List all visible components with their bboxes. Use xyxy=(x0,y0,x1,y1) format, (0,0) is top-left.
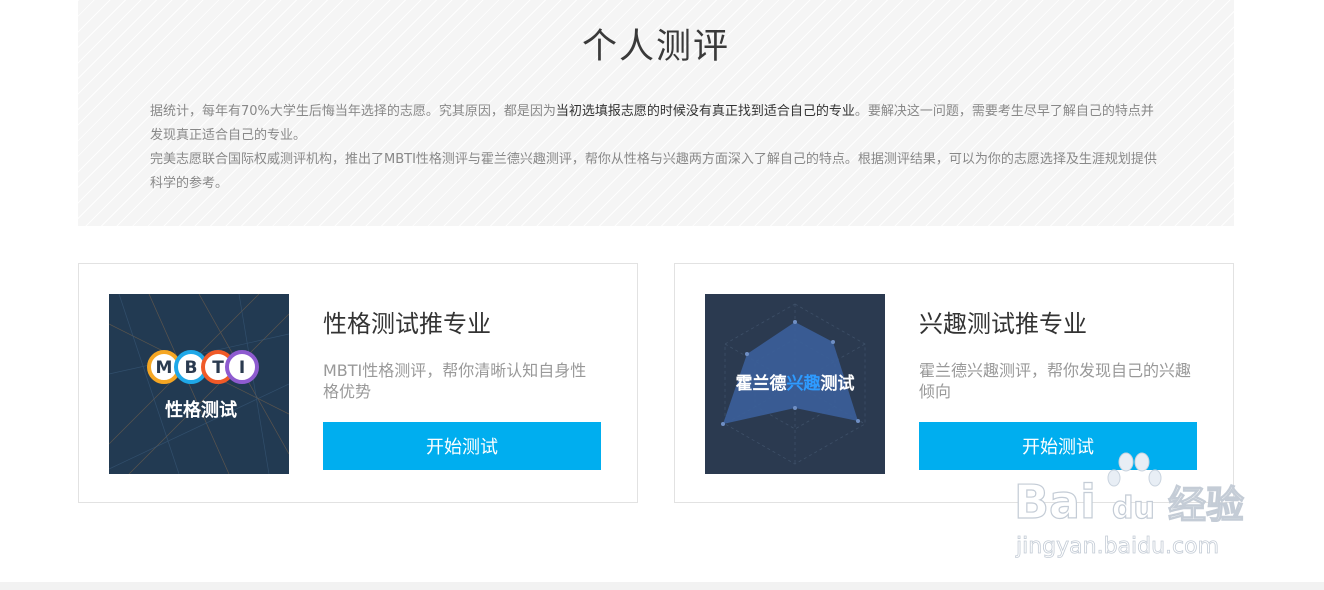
intro-paragraph-1: 据统计，每年有70%大学生后悔当年选择的志愿。究其原因，都是因为当初选填报志愿的… xyxy=(150,100,1162,148)
watermark-url: jingyan.baidu.com xyxy=(1015,534,1219,559)
mbti-letter-i: I xyxy=(239,358,245,378)
mbti-image-art: M B T I 性格测试 xyxy=(109,294,289,474)
mbti-card-description: MBTI性格测评，帮你清晰认知自身性格优势 xyxy=(323,361,587,401)
page-title: 个人测评 xyxy=(581,27,730,67)
holland-image-caption: 霍兰德兴趣测试 xyxy=(736,373,855,394)
holland-test-card: 霍兰德兴趣测试 兴趣测试推专业 霍兰德兴趣测评，帮你发现自己的兴趣倾向 开始测试 xyxy=(674,263,1234,503)
mbti-letter-m: M xyxy=(156,358,173,378)
intro-text: 据统计，每年有70%大学生后悔当年选择的志愿。究其原因，都是因为当初选填报志愿的… xyxy=(150,100,1162,196)
holland-caption-part3: 测试 xyxy=(821,373,855,394)
mbti-start-test-button[interactable]: 开始测试 xyxy=(323,422,601,470)
holland-image-art: 霍兰德兴趣测试 xyxy=(721,303,866,465)
holland-start-test-button[interactable]: 开始测试 xyxy=(919,422,1197,470)
intro-paragraph-1-highlight: 当初选填报志愿的时候没有真正找到适合自己的专业 xyxy=(555,104,855,119)
holland-caption-part2: 兴趣 xyxy=(787,373,822,394)
holland-caption-part1: 霍兰德 xyxy=(736,373,787,394)
holland-test-image[interactable]: 霍兰德兴趣测试 xyxy=(705,294,885,474)
mbti-test-image[interactable]: M B T I 性格测试 xyxy=(109,294,289,474)
mbti-test-card: M B T I 性格测试 性格测试推专业 MBTI性格测评，帮你清晰认知自身性格… xyxy=(78,263,638,503)
holland-card-description: 霍兰德兴趣测评，帮你发现自己的兴趣倾向 xyxy=(919,361,1192,401)
mbti-card-title: 性格测试推专业 xyxy=(323,310,491,338)
intro-paragraph-1-start: 据统计，每年有70%大学生后悔当年选择的志愿。究其原因，都是因为 xyxy=(150,104,556,119)
footer-band xyxy=(0,582,1324,590)
mbti-image-caption: 性格测试 xyxy=(165,399,237,421)
intro-paragraph-2: 完美志愿联合国际权威测评机构，推出了MBTI性格测评与霍兰德兴趣测评，帮你从性格… xyxy=(150,152,1157,191)
intro-section: 个人测评 据统计，每年有70%大学生后悔当年选择的志愿。究其原因，都是因为当初选… xyxy=(78,0,1234,226)
mbti-letter-b: B xyxy=(185,358,198,378)
holland-card-title: 兴趣测试推专业 xyxy=(919,310,1087,338)
holland-radar-shape xyxy=(723,322,858,424)
mbti-letter-t: T xyxy=(212,358,224,378)
